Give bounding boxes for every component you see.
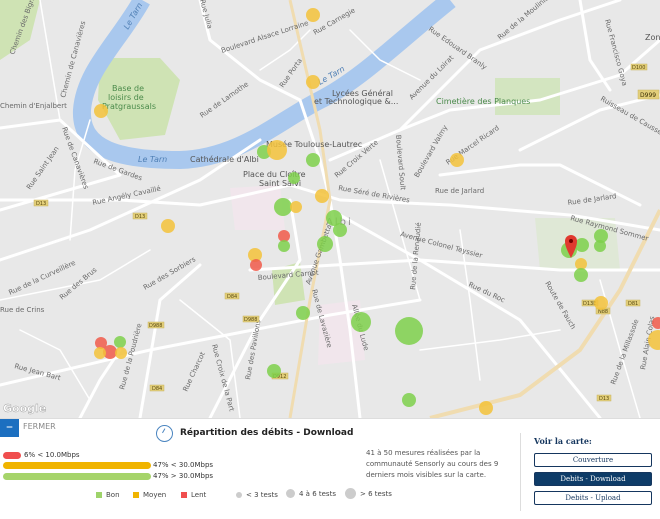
- legend-small: < 3 tests: [236, 491, 278, 499]
- measure-dot-good: [594, 240, 606, 252]
- poi-lycee[interactable]: et Technologique &...: [314, 97, 398, 106]
- svg-text:Route de Fauch: Route de Fauch: [543, 280, 577, 331]
- measure-dot-medium: [315, 189, 329, 203]
- measure-dot-good: [114, 336, 126, 348]
- results-panel: – FERMER Répartition des débits - Downlo…: [0, 418, 660, 519]
- panel-title: Répartition des débits - Download: [180, 428, 354, 438]
- legend-medium: 4 à 6 tests: [286, 489, 336, 498]
- measure-dot-medium: [94, 104, 108, 118]
- measure-dot-good: [274, 198, 292, 216]
- measure-dot-medium: [161, 219, 175, 233]
- park-label: Pratgraussals: [102, 102, 156, 111]
- road-shield-d999: D999: [637, 89, 660, 100]
- svg-text:D988: D988: [149, 323, 162, 329]
- legend-moyen: Moyen: [133, 491, 166, 499]
- measure-dot-good: [402, 393, 416, 407]
- upload-button[interactable]: Debits - Upload: [534, 491, 652, 505]
- park-label: loisirs de: [108, 93, 144, 102]
- measure-dot-good: [267, 364, 281, 378]
- svg-text:N88: N88: [598, 309, 608, 315]
- measure-dot-good: [575, 238, 589, 252]
- measure-dot-good: [395, 317, 423, 345]
- measure-dot-good: [574, 268, 588, 282]
- svg-text:Rue de Lamothe: Rue de Lamothe: [199, 80, 251, 119]
- close-button[interactable]: –: [0, 419, 19, 437]
- bar-slow-label: 6% < 10.0Mbps: [24, 451, 80, 459]
- poi-zone[interactable]: Zone de la: [645, 33, 660, 42]
- download-button[interactable]: Debits - Download: [534, 472, 652, 486]
- google-logo: Google: [3, 402, 46, 415]
- poi-cimetiere[interactable]: Cimetière des Planques: [436, 96, 530, 106]
- svg-text:Boulevard Soult: Boulevard Soult: [394, 134, 407, 190]
- measure-dot-good: [288, 172, 300, 184]
- svg-text:D13: D13: [36, 201, 46, 207]
- description: 41 à 50 mesures réalisées par la communa…: [366, 449, 499, 479]
- measure-dot-medium: [306, 75, 320, 89]
- map-canvas[interactable]: Le Tarn Le Tarn Le Tarn Base de loisirs …: [0, 0, 660, 418]
- measure-dot-good: [306, 153, 320, 167]
- measure-dot-good: [296, 306, 310, 320]
- svg-text:Rue Edouard Branly: Rue Edouard Branly: [427, 25, 488, 71]
- couverture-button[interactable]: Couverture: [534, 453, 652, 467]
- speedometer-icon: [156, 425, 173, 442]
- legend-bon: Bon: [96, 491, 120, 499]
- svg-text:Rue Carnegie: Rue Carnegie: [312, 6, 357, 36]
- svg-text:D988: D988: [244, 317, 257, 323]
- svg-text:Chemin d'Enjalbert: Chemin d'Enjalbert: [0, 102, 67, 110]
- poi-cathedrale[interactable]: Cathédrale d'Albi: [190, 154, 259, 164]
- svg-text:Rue Porta: Rue Porta: [278, 57, 304, 89]
- svg-text:Boulevard Alsace Lorraine: Boulevard Alsace Lorraine: [220, 19, 309, 55]
- measure-dot-medium: [450, 153, 464, 167]
- svg-text:D13: D13: [135, 214, 145, 220]
- voir-label: Voir la carte:: [534, 436, 592, 446]
- bar-medium: [3, 462, 151, 469]
- svg-text:Rue Saint Jean: Rue Saint Jean: [25, 145, 61, 191]
- measure-dot-medium: [594, 296, 608, 310]
- svg-text:Rue Charcot: Rue Charcot: [182, 351, 207, 393]
- measure-dot-medium: [290, 201, 302, 213]
- measure-dot-good: [351, 312, 371, 332]
- measure-dot-medium: [306, 8, 320, 22]
- svg-text:Rue de Jarlard: Rue de Jarlard: [567, 192, 617, 207]
- bar-good-label: 47% > 30.0Mbps: [153, 472, 214, 480]
- bar-good: [3, 473, 151, 480]
- measure-dot-slow: [250, 259, 262, 271]
- legend-large: > 6 tests: [345, 488, 392, 499]
- measure-dot-medium: [94, 347, 106, 359]
- close-label[interactable]: FERMER: [23, 422, 56, 431]
- svg-text:D999: D999: [640, 92, 656, 99]
- svg-text:Boulevard Valmy: Boulevard Valmy: [413, 124, 449, 179]
- svg-text:D100: D100: [632, 65, 645, 71]
- svg-text:D13: D13: [599, 396, 609, 402]
- svg-text:D84: D84: [152, 386, 162, 392]
- map-view[interactable]: Le Tarn Le Tarn Le Tarn Base de loisirs …: [0, 0, 660, 418]
- svg-text:Rue de Crins: Rue de Crins: [0, 306, 45, 314]
- svg-text:D84: D84: [227, 294, 237, 300]
- river-label: Le Tarn: [138, 155, 167, 164]
- measure-dot-good: [317, 236, 333, 252]
- measure-dot-medium: [115, 347, 127, 359]
- bar-medium-label: 47% < 30.0Mbps: [153, 461, 214, 469]
- svg-text:Rue Julia: Rue Julia: [198, 0, 214, 30]
- svg-text:Rue de Jarlard: Rue de Jarlard: [435, 187, 484, 195]
- measure-dot-medium: [479, 401, 493, 415]
- divider: [520, 433, 521, 511]
- measure-dot-good: [333, 223, 347, 237]
- svg-text:Rue des Pavillons: Rue des Pavillons: [244, 319, 262, 380]
- measure-dot-medium: [267, 140, 287, 160]
- bar-slow: [3, 452, 21, 459]
- svg-text:D81: D81: [628, 301, 638, 307]
- legend-lent: Lent: [181, 491, 206, 499]
- park-label: Base de: [112, 84, 144, 93]
- measure-dot-good: [278, 240, 290, 252]
